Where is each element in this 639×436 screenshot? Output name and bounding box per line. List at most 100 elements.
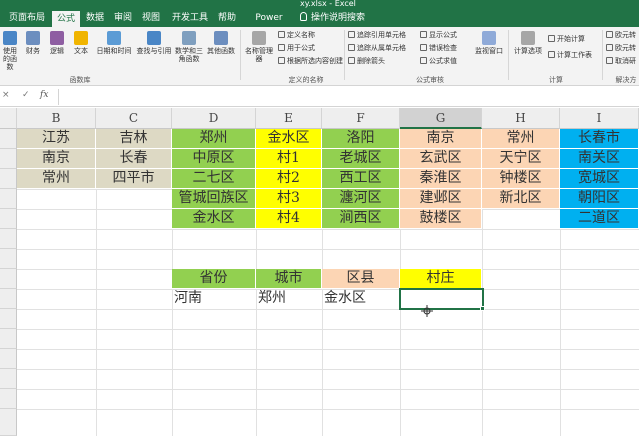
date-time-button[interactable]: 日期和时间 [94, 31, 134, 55]
cell-e5[interactable]: 村4 [256, 209, 322, 229]
cell-b3[interactable]: 常州 [17, 169, 96, 189]
use-in-formula-button[interactable]: 用于公式 [278, 44, 315, 53]
select-all-corner[interactable] [0, 108, 17, 129]
cell-g5[interactable]: 鼓楼区 [400, 209, 482, 229]
row-header[interactable] [0, 249, 17, 269]
cell-h4[interactable]: 新北区 [482, 189, 560, 209]
cell-f1[interactable]: 洛阳 [322, 129, 400, 149]
cell-c3[interactable]: 四平市 [96, 169, 172, 189]
form-header-county[interactable]: 区县 [322, 269, 400, 289]
euro-conversion-button[interactable]: 欧元转 [606, 31, 636, 40]
cell-c1[interactable]: 吉林 [96, 129, 172, 149]
row-header[interactable] [0, 289, 17, 309]
tell-me-search[interactable]: 操作说明搜索 [300, 10, 420, 27]
trace-precedents-button[interactable]: 追踪引用单元格 [348, 31, 406, 40]
cell-f5[interactable]: 涧西区 [322, 209, 400, 229]
row-header[interactable] [0, 169, 17, 189]
text-button[interactable]: 文本 [70, 31, 92, 55]
cell-e3[interactable]: 村2 [256, 169, 322, 189]
row-header[interactable] [0, 149, 17, 169]
row-header[interactable] [0, 189, 17, 209]
cell-b1[interactable]: 江苏 [17, 129, 96, 149]
cell-e4[interactable]: 村3 [256, 189, 322, 209]
tab-help[interactable]: 帮助 [214, 10, 240, 27]
insert-function-icon[interactable]: fx [40, 90, 48, 100]
cell-e1[interactable]: 金水区 [256, 129, 322, 149]
cell-d5[interactable]: 金水区 [172, 209, 256, 229]
show-formulas-button[interactable]: 显示公式 [420, 31, 457, 40]
cell-g2[interactable]: 玄武区 [400, 149, 482, 169]
trace-dependents-button[interactable]: 追踪从属单元格 [348, 44, 406, 53]
row-header[interactable] [0, 269, 17, 289]
cell-g4[interactable]: 建邺区 [400, 189, 482, 209]
cancel-research-button[interactable]: 取消研 [606, 57, 636, 66]
logic-button[interactable]: 逻辑 [46, 31, 68, 55]
cell-h2[interactable]: 天宁区 [482, 149, 560, 169]
calc-options-button[interactable]: 计算选项 [512, 31, 544, 55]
cell-g3[interactable]: 秦淮区 [400, 169, 482, 189]
cell-b2[interactable]: 南京 [17, 149, 96, 169]
math-trig-button[interactable]: 数学和三角函数 [174, 31, 204, 63]
column-header-d[interactable]: D [172, 108, 256, 129]
cell-i2[interactable]: 南关区 [560, 149, 639, 169]
cell-d4[interactable]: 管城回族区 [172, 189, 256, 209]
form-value-city[interactable]: 郑州 [256, 289, 322, 309]
row-header[interactable] [0, 329, 17, 349]
form-value-county[interactable]: 金水区 [322, 289, 400, 309]
formula-input[interactable] [58, 89, 639, 105]
tab-data[interactable]: 数据 [82, 10, 108, 27]
calculate-sheet-button[interactable]: 计算工作表 [548, 51, 592, 60]
cell-i3[interactable]: 宽城区 [560, 169, 639, 189]
cell-h1[interactable]: 常州 [482, 129, 560, 149]
row-header[interactable] [0, 229, 17, 249]
cell-f3[interactable]: 西工区 [322, 169, 400, 189]
column-header-c[interactable]: C [96, 108, 172, 129]
column-header-h[interactable]: H [482, 108, 560, 129]
define-name-button[interactable]: 定义名称 [278, 31, 315, 40]
finance-button[interactable]: 财务 [22, 31, 44, 55]
remove-arrows-button[interactable]: 删除箭头 [348, 57, 385, 66]
calculate-now-button[interactable]: 开始计算 [548, 35, 585, 44]
cell-d3[interactable]: 二七区 [172, 169, 256, 189]
cell-f2[interactable]: 老城区 [322, 149, 400, 169]
euro-formatting-button[interactable]: 欧元转 [606, 44, 636, 53]
form-header-city[interactable]: 城市 [256, 269, 322, 289]
watch-window-button[interactable]: 监视窗口 [472, 31, 506, 55]
cell-h3[interactable]: 钟楼区 [482, 169, 560, 189]
worksheet-grid[interactable]: B C D E F G H I 江苏 南京 常州 吉林 长春 四平市 郑州 中原… [0, 108, 639, 436]
row-header[interactable] [0, 209, 17, 229]
row-header[interactable] [0, 409, 17, 436]
row-header[interactable] [0, 129, 17, 149]
cell-e2[interactable]: 村1 [256, 149, 322, 169]
cell-i4[interactable]: 朝阳区 [560, 189, 639, 209]
column-header-g[interactable]: G [400, 108, 482, 129]
row-header[interactable] [0, 309, 17, 329]
tab-review[interactable]: 审阅 [110, 10, 136, 27]
cancel-entry-icon[interactable]: × [2, 90, 10, 100]
column-header-f[interactable]: F [322, 108, 400, 129]
tab-view[interactable]: 视图 [138, 10, 164, 27]
cell-i5[interactable]: 二道区 [560, 209, 639, 229]
active-cell-selection[interactable] [399, 288, 484, 310]
name-manager-button[interactable]: 名称管理器 [242, 31, 276, 63]
column-header-b[interactable]: B [17, 108, 96, 129]
cell-c2[interactable]: 长春 [96, 149, 172, 169]
form-header-province[interactable]: 省份 [172, 269, 256, 289]
form-value-province[interactable]: 河南 [172, 289, 256, 309]
cell-g1[interactable]: 南京 [400, 129, 482, 149]
create-from-selection-button[interactable]: 根据所选内容创建 [278, 57, 343, 66]
tab-page-layout[interactable]: 页面布局 [2, 10, 52, 27]
evaluate-formula-button[interactable]: 公式求值 [420, 57, 457, 66]
form-header-village[interactable]: 村庄 [400, 269, 482, 289]
more-functions-button[interactable]: 其他函数 [206, 31, 236, 55]
column-header-e[interactable]: E [256, 108, 322, 129]
tab-formulas[interactable]: 公式 [52, 11, 80, 27]
fill-handle[interactable] [480, 306, 485, 311]
recently-used-button[interactable]: 使用的函数 [0, 31, 20, 71]
error-checking-button[interactable]: 错误检查 [420, 44, 457, 53]
row-header[interactable] [0, 389, 17, 409]
tab-power-pivot[interactable]: Power Pivot [244, 10, 294, 40]
tab-developer[interactable]: 开发工具 [168, 10, 212, 27]
cell-d1[interactable]: 郑州 [172, 129, 256, 149]
lookup-reference-button[interactable]: 查找与引用 [136, 31, 172, 55]
